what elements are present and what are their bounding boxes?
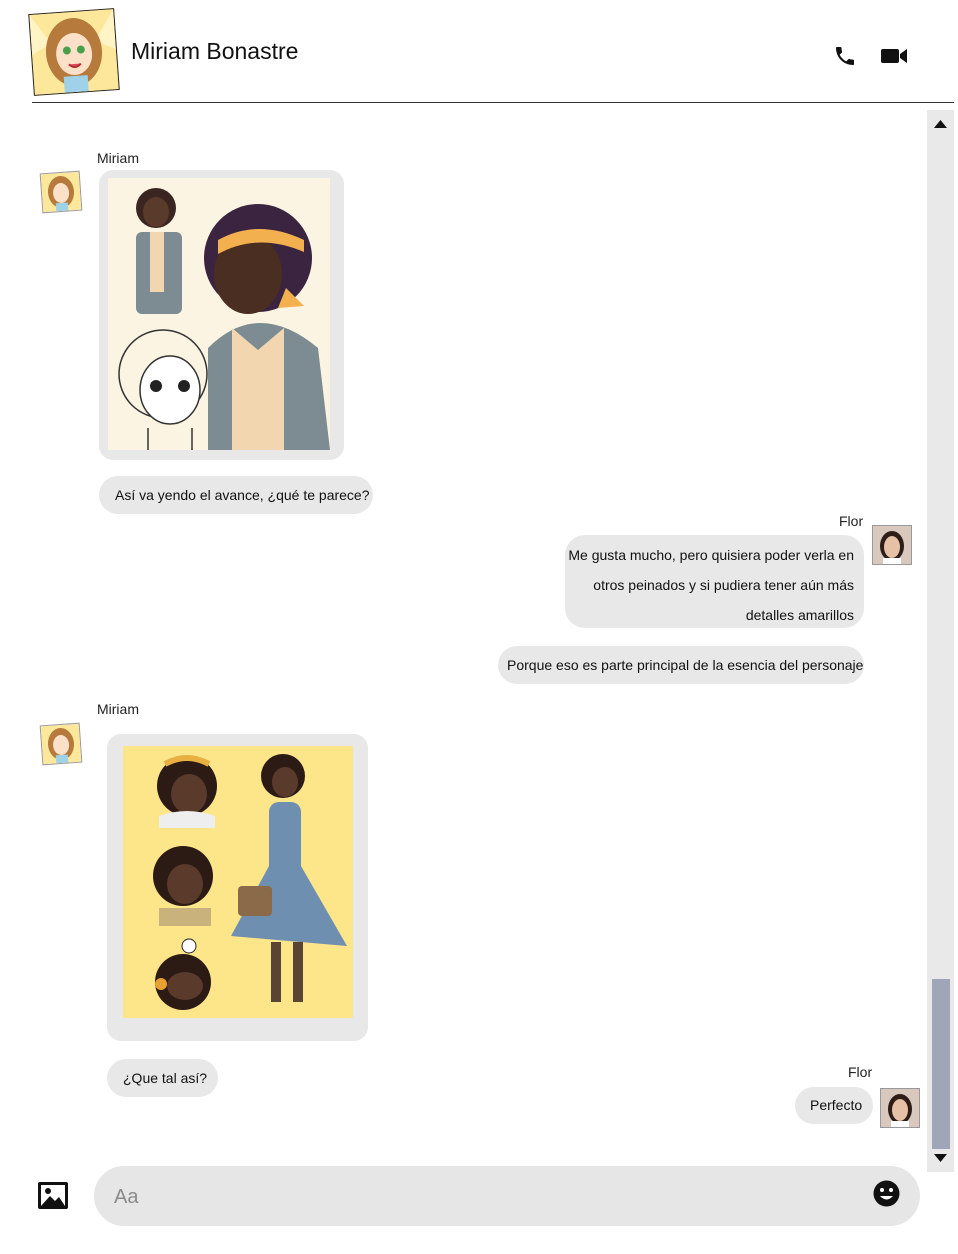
flor-avatar[interactable] — [872, 525, 912, 565]
header-divider — [32, 102, 954, 103]
miriam-avatar[interactable] — [39, 722, 83, 766]
character-colored-image[interactable] — [123, 746, 353, 1018]
sender-label: Miriam — [97, 150, 139, 166]
contact-avatar[interactable] — [28, 8, 120, 96]
image-message-card[interactable] — [107, 734, 368, 1041]
message-input[interactable] — [112, 1180, 856, 1214]
video-camera-icon[interactable] — [880, 44, 908, 68]
sender-label: Flor — [848, 1064, 873, 1080]
message-line: detalles amarillos — [745, 607, 854, 623]
sender-label: Flor — [839, 513, 864, 529]
message-bubble: Porque eso es parte principal de la esen… — [498, 646, 864, 684]
message-bubble: Me gusta mucho, pero quisiera poder verl… — [565, 535, 864, 628]
scroll-down-arrow-icon[interactable] — [927, 1147, 954, 1169]
sender-label: Miriam — [97, 701, 139, 717]
message-bubble: Perfecto — [795, 1087, 873, 1124]
message-composer[interactable] — [94, 1166, 920, 1226]
message-line: otros peinados y si pudiera tener aún má… — [593, 577, 854, 593]
message-bubble: ¿Que tal así? — [107, 1059, 218, 1097]
scroll-up-arrow-icon[interactable] — [927, 112, 954, 134]
message-line: Me gusta mucho, pero quisiera poder verl… — [568, 547, 854, 563]
image-message-card[interactable] — [99, 170, 344, 460]
image-icon[interactable] — [37, 1181, 69, 1210]
emoji-icon[interactable] — [873, 1180, 900, 1207]
contact-name: Miriam Bonastre — [131, 38, 299, 64]
scrollbar-thumb[interactable] — [932, 979, 950, 1149]
flor-avatar[interactable] — [880, 1088, 920, 1128]
phone-icon[interactable] — [832, 44, 858, 68]
message-bubble: Así va yendo el avance, ¿qué te parece? — [99, 476, 373, 514]
character-sketch-image[interactable] — [108, 178, 330, 450]
miriam-avatar[interactable] — [39, 170, 83, 214]
